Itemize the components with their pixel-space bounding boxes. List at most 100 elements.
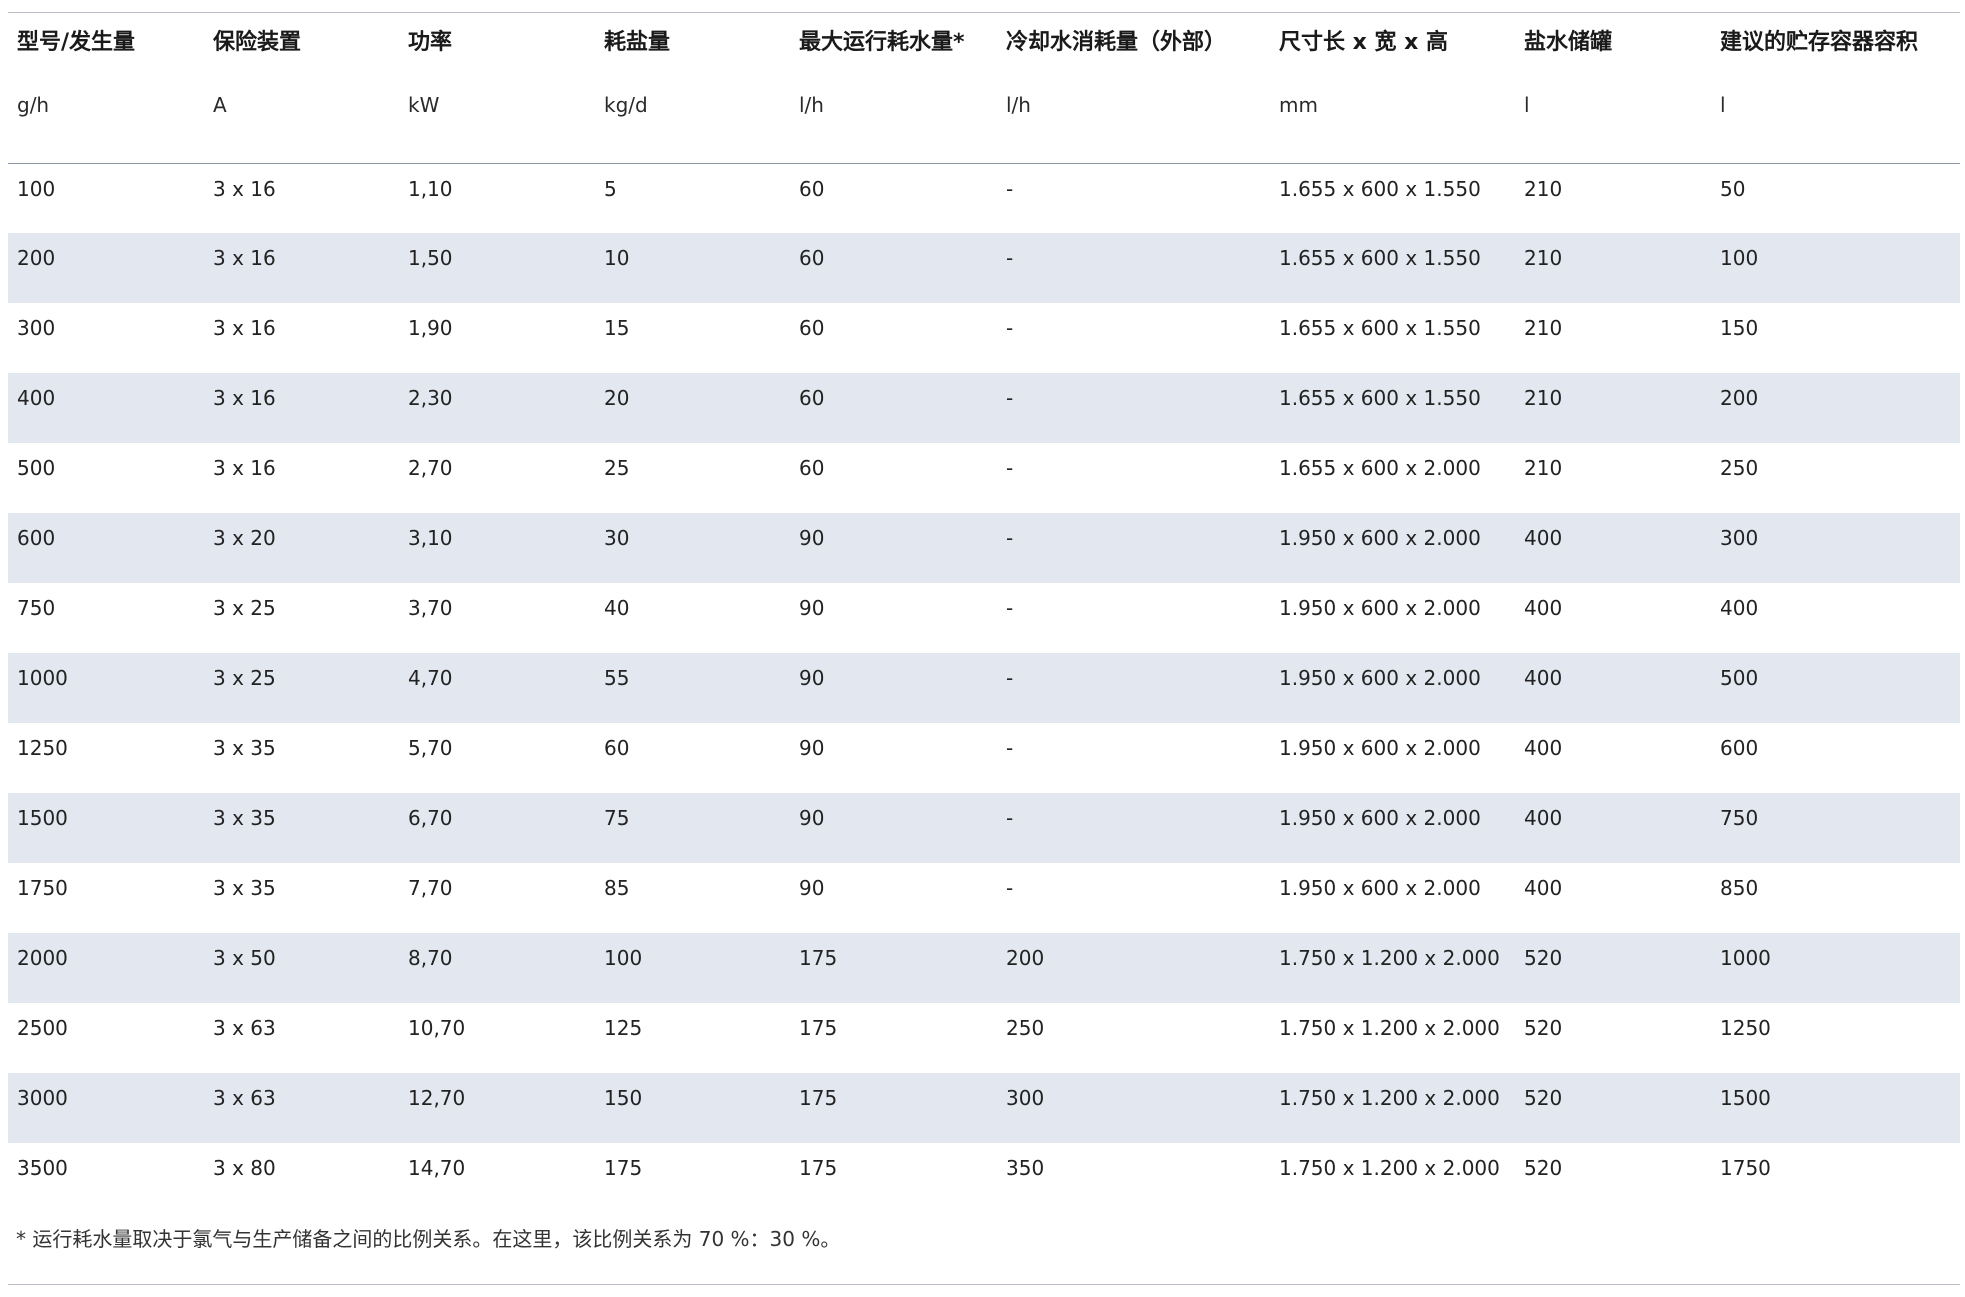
table-cell: 100 xyxy=(595,933,790,1003)
table-cell: 10 xyxy=(595,233,790,303)
table-cell: 400 xyxy=(1515,793,1711,863)
table-cell: 12,70 xyxy=(399,1073,595,1143)
table-cell: 3 x 35 xyxy=(213,876,276,900)
table-cell: 15 xyxy=(604,316,630,340)
table-cell: 1000 xyxy=(8,653,204,723)
table-cell: 1.950 x 600 x 2.000 xyxy=(1279,736,1481,760)
table-cell: 1.750 x 1.200 x 2.000 xyxy=(1270,933,1515,1003)
table-cell: 85 xyxy=(604,876,630,900)
unit-cell: l/h xyxy=(997,69,1270,164)
table-cell: 2,30 xyxy=(399,373,595,443)
table-cell: 1250 xyxy=(17,736,68,760)
table-cell: 14,70 xyxy=(408,1156,466,1180)
table-row: 750 3 x 25 3,70 40 90 - 1.950 x 600 x 2.000 400… xyxy=(8,583,1960,653)
table-cell: 400 xyxy=(1524,876,1563,900)
unit-cell: A xyxy=(204,69,399,164)
table-cell: 8,70 xyxy=(399,933,595,1003)
table-cell: - xyxy=(1006,876,1014,900)
table-cell: 30 xyxy=(595,513,790,583)
table-row: 1500 3 x 35 6,70 75 90-1.950 x 600 x 2.000 40… xyxy=(8,793,1960,863)
table-cell: 750 xyxy=(17,596,56,620)
table-row: 1250 3 x 35 5,70 60 90 - 1.950 x 600 x 2.000 40… xyxy=(8,723,1960,793)
table-cell: 60 xyxy=(799,316,825,340)
spec-table-container: 型号/发生量 保险装置 功率 耗盐量 最大运行耗水量* 冷却水消耗量（外部） 尺… xyxy=(8,12,1960,1213)
table-cell: 4,70 xyxy=(399,653,595,723)
table-cell: 400 xyxy=(1720,596,1759,620)
table-cell: 50 xyxy=(1720,176,1746,201)
table-cell: 3 x 25 xyxy=(213,596,276,620)
table-cell: 1.655 x 600 x 2.000 xyxy=(1279,456,1481,480)
header-fuse: 保险装置 xyxy=(213,30,302,55)
table-cell: 2,70 xyxy=(408,456,453,480)
table-cell: 1.950 x 600 x 2.000 xyxy=(1279,876,1481,900)
table-cell: 5 xyxy=(604,176,617,201)
table-cell: 3500 xyxy=(17,1156,68,1180)
table-cell: 400 xyxy=(8,373,204,443)
unit-cell: l xyxy=(1515,69,1711,164)
table-cell: 520 xyxy=(1515,1073,1711,1143)
table-cell: 300 xyxy=(997,1073,1270,1143)
table-cell: 60 xyxy=(790,233,997,303)
table-cell: 3 x 35 xyxy=(204,793,399,863)
unit-cell: kW xyxy=(399,69,595,164)
unit-cell: kg/d xyxy=(595,69,790,164)
header-salt-consumption: 耗盐量 xyxy=(604,30,671,55)
table-cell: 3 x 25 xyxy=(204,653,399,723)
table-cell: 3 x 16 xyxy=(213,456,276,480)
header-power: 功率 xyxy=(408,30,453,55)
table-cell: 520 xyxy=(1524,1016,1563,1040)
table-cell: - xyxy=(997,793,1270,863)
table-cell: 250 xyxy=(1720,456,1759,480)
table-cell: 200 xyxy=(8,233,204,303)
table-cell: 500 xyxy=(17,456,56,480)
table-cell: 6,70 xyxy=(399,793,595,863)
table-cell: 850 xyxy=(1720,876,1759,900)
header-model-output: 型号/发生量 xyxy=(17,30,136,55)
table-cell: - xyxy=(1006,596,1014,620)
header-row: 型号/发生量 保险装置 功率 耗盐量 最大运行耗水量* 冷却水消耗量（外部） 尺… xyxy=(8,13,1960,69)
table-cell: 90 xyxy=(790,653,997,723)
table-cell: 300 xyxy=(17,316,56,340)
table-cell: 1.950 x 600 x 2.000 xyxy=(1279,596,1481,620)
table-row: 1000 3 x 25 4,70 55 90-1.950 x 600 x 2.000 40… xyxy=(8,653,1960,723)
table-cell: 3 x 16 xyxy=(204,233,399,303)
header-max-water-consumption: 最大运行耗水量* xyxy=(799,30,965,55)
table-cell: 500 xyxy=(1711,653,1960,723)
unit-cell: mm xyxy=(1270,69,1515,164)
table-cell: 10,70 xyxy=(408,1016,466,1040)
table-row: 2000 3 x 50 8,70 100 175 200 1.750 x 1.200 x 2… xyxy=(8,933,1960,1003)
table-cell: 520 xyxy=(1515,933,1711,1003)
header-brine-tank: 盐水储罐 xyxy=(1524,30,1613,55)
table-cell: 210 xyxy=(1515,233,1711,303)
table-cell: 3,70 xyxy=(408,596,453,620)
table-cell: 200 xyxy=(1711,373,1960,443)
table-cell: - xyxy=(997,513,1270,583)
table-row: 300 3 x 16 1,90 15 60 - 1.655 x 600 x 1.550 210… xyxy=(8,303,1960,373)
header-cooling-water: 冷却水消耗量（外部） xyxy=(1006,30,1227,55)
table-cell: 3 x 35 xyxy=(213,736,276,760)
table-cell: 1,50 xyxy=(399,233,595,303)
table-cell: 1.655 x 600 x 1.550 xyxy=(1279,316,1481,340)
bottom-divider xyxy=(8,1284,1960,1285)
table-cell: 3 x 80 xyxy=(213,1156,276,1180)
table-row: 200 3 x 16 1,50 10 60-1.655 x 600 x 1.550 210… xyxy=(8,233,1960,303)
table-cell: 1,90 xyxy=(408,316,453,340)
table-cell: 400 xyxy=(1524,596,1563,620)
table-cell: 3 x 16 xyxy=(213,316,276,340)
table-cell: 90 xyxy=(790,793,997,863)
unit-cell: l xyxy=(1711,69,1960,164)
table-cell: 60 xyxy=(799,176,825,201)
table-cell: 5,70 xyxy=(408,736,453,760)
table-row: 3500 3 x 80 14,70 175 175 350 1.750 x 1.200 x … xyxy=(8,1143,1960,1213)
table-row: 400 3 x 16 2,30 20 60-1.655 x 600 x 1.550 210… xyxy=(8,373,1960,443)
table-cell: - xyxy=(997,373,1270,443)
table-cell: 3 x 16 xyxy=(204,373,399,443)
table-cell: 1500 xyxy=(8,793,204,863)
table-cell: 3 x 63 xyxy=(213,1016,276,1040)
table-cell: 175 xyxy=(799,1156,838,1180)
header-storage-volume: 建议的贮存容器容积 xyxy=(1720,30,1919,55)
units-row: g/h A kW kg/d l/h l/h mm l l xyxy=(8,69,1960,164)
table-cell: 210 xyxy=(1524,316,1563,340)
table-cell: - xyxy=(997,653,1270,723)
table-cell: 175 xyxy=(799,1016,838,1040)
